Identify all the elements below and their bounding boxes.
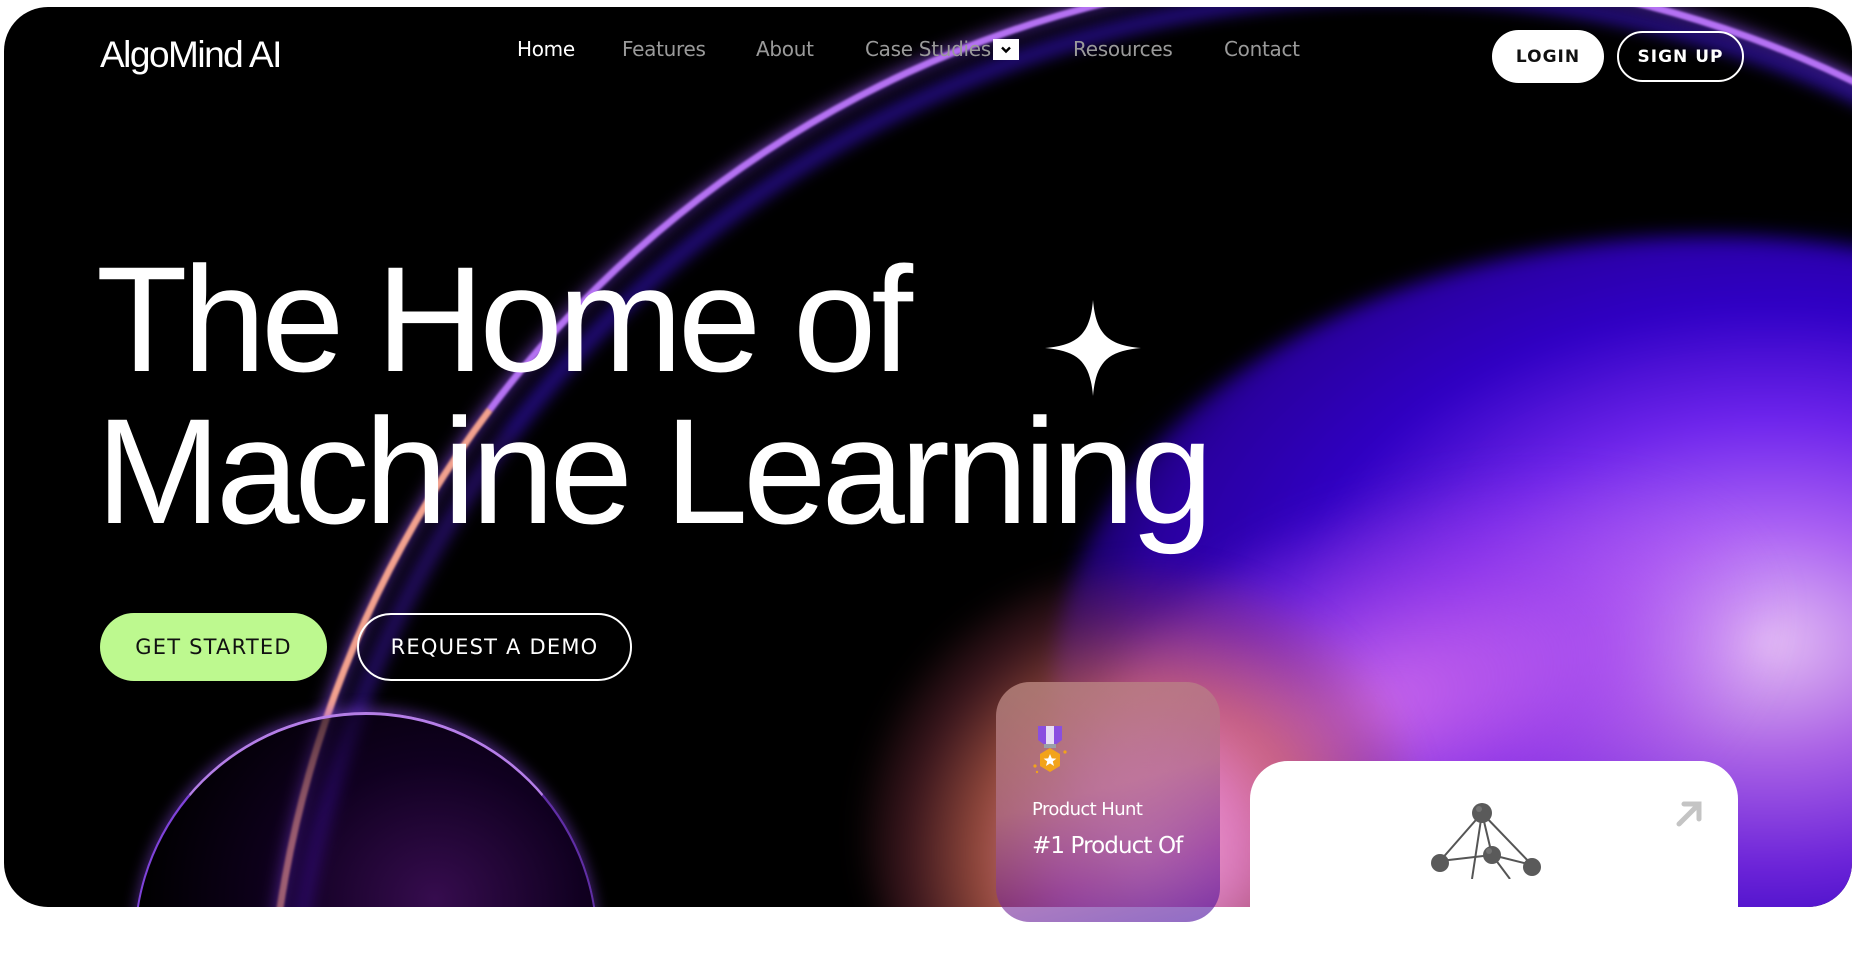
- headline-line-1: The Home of: [96, 235, 913, 403]
- badge-source: Product Hunt: [1032, 799, 1143, 820]
- get-started-button[interactable]: GET STARTED: [100, 613, 327, 681]
- hero-headline: The Home of Machine Learning: [96, 235, 1213, 555]
- molecule-icon: [1431, 803, 1541, 879]
- nav-item-resources[interactable]: Resources: [1073, 37, 1173, 61]
- signup-button[interactable]: SIGN UP: [1617, 31, 1744, 82]
- nav-item-about[interactable]: About: [756, 37, 814, 61]
- badge-title: #1 Product Of: [1032, 833, 1183, 859]
- product-hunt-card[interactable]: Product Hunt #1 Product Of: [996, 682, 1220, 922]
- headline-line-2: Machine Learning: [96, 387, 1213, 555]
- arrow-up-right-icon[interactable]: [1674, 799, 1704, 829]
- chevron-down-icon: [1001, 46, 1011, 53]
- request-demo-button[interactable]: REQUEST A DEMO: [357, 613, 632, 681]
- sparkle-icon: [1045, 300, 1141, 396]
- feature-card[interactable]: [1250, 761, 1738, 961]
- case-studies-dropdown-toggle[interactable]: [993, 39, 1019, 60]
- medal-icon: [1033, 726, 1067, 774]
- login-button[interactable]: LOGIN: [1492, 30, 1604, 83]
- nav-item-contact[interactable]: Contact: [1224, 37, 1300, 61]
- nav-item-features[interactable]: Features: [622, 37, 706, 61]
- nav-item-home[interactable]: Home: [517, 37, 575, 61]
- nav-item-case-studies[interactable]: Case Studies: [865, 37, 991, 61]
- brand-logo[interactable]: AlgoMind AI: [100, 34, 282, 76]
